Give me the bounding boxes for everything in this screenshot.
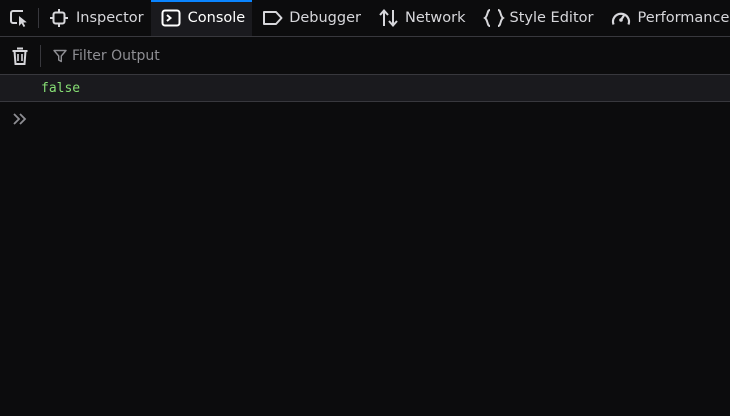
tab-label: Style Editor: [509, 10, 594, 26]
filter-output-box[interactable]: [41, 37, 730, 74]
element-picker-icon: [10, 10, 27, 27]
tab-style-editor[interactable]: Style Editor: [473, 0, 601, 36]
tab-network[interactable]: Network: [368, 0, 473, 36]
trash-icon: [12, 47, 28, 65]
debugger-icon: [262, 8, 284, 28]
element-picker-button[interactable]: [0, 0, 38, 36]
clear-console-button[interactable]: [0, 46, 40, 66]
tab-performance[interactable]: Performance: [600, 0, 730, 36]
tab-label: Performance: [637, 10, 730, 26]
filter-output-input[interactable]: [72, 47, 472, 64]
console-input-row[interactable]: [0, 102, 730, 136]
tab-inspector[interactable]: Inspector: [39, 0, 151, 36]
console-filter-bar: [0, 37, 730, 75]
tab-label: Inspector: [76, 10, 144, 26]
console-output: false: [0, 75, 730, 416]
tab-label: Network: [404, 10, 466, 26]
filter-icon: [53, 48, 69, 64]
console-message: false: [0, 75, 730, 102]
inspector-icon: [49, 8, 71, 28]
tab-label: Console: [187, 10, 246, 26]
devtools-window: Inspector Console Debugger Network Style…: [0, 0, 730, 416]
style-editor-icon: [482, 8, 505, 28]
console-result-value: false: [41, 80, 81, 96]
chevron-double-right-icon: [12, 109, 32, 129]
console-icon: [161, 8, 183, 28]
devtools-toolbar: Inspector Console Debugger Network Style…: [0, 0, 730, 37]
performance-icon: [610, 8, 632, 28]
console-input[interactable]: [41, 102, 730, 136]
tab-label: Debugger: [289, 10, 361, 26]
tab-debugger[interactable]: Debugger: [252, 0, 368, 36]
tab-console[interactable]: Console: [150, 0, 253, 36]
network-icon: [378, 8, 400, 28]
